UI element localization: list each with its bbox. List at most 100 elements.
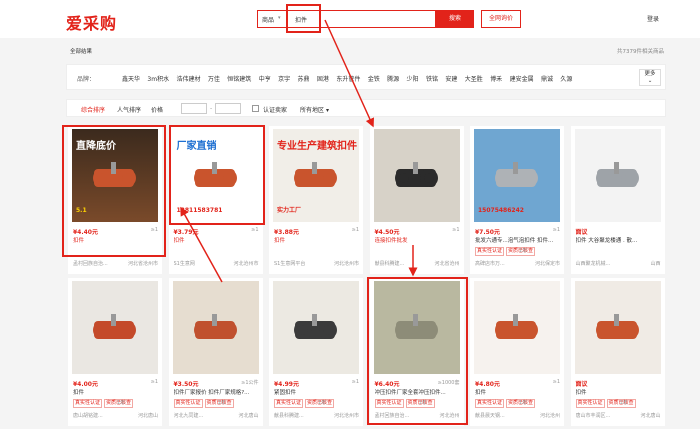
product-image[interactable] xyxy=(474,281,560,374)
brand-item[interactable]: 博禾 xyxy=(490,74,502,83)
member-years: 1年 xyxy=(519,248,528,254)
brand-item[interactable]: 苏鼎 xyxy=(298,74,310,83)
search-type-select[interactable]: 商品 xyxy=(262,15,274,24)
region-label: 所有地区 xyxy=(300,107,325,114)
product-title[interactable]: 扣件 xyxy=(73,388,159,396)
brand-item[interactable]: 东升管件 xyxy=(336,74,360,83)
brand-item[interactable]: 鼎诚 xyxy=(541,74,553,83)
product-title[interactable]: 批发六通专...泡气泡扣件 扣件... xyxy=(475,236,561,244)
certified-label: 认证卖家 xyxy=(263,107,288,114)
shop-name[interactable]: 献县科腾建... xyxy=(274,412,324,419)
brand-item[interactable]: 鑫天华 xyxy=(122,74,140,83)
brand-item[interactable]: 大圣胜 xyxy=(465,74,483,83)
product-card[interactable]: 面议 扣件 大谷聚龙楼通 . 散... 山西聚龙机械... 山西 xyxy=(570,126,665,274)
shop-name[interactable]: 唐山胡铭建... xyxy=(73,412,123,419)
shop-name[interactable]: 献县科腾建... xyxy=(375,260,425,267)
brand-item[interactable]: 久源 xyxy=(560,74,572,83)
product-card[interactable]: 专业生产建筑扣件 实力工厂 ¥3.88元 ≥1 扣件 S1生意网平台 河北沧州市 xyxy=(269,126,363,274)
product-card[interactable]: ¥4.50元 ≥1 连接扣件批发 献县科腾建... 河北省沧州 xyxy=(369,126,464,274)
image-subtext: 实力工厂 xyxy=(277,207,302,214)
product-title[interactable]: 连接扣件批发 xyxy=(375,236,461,244)
product-price: ¥3.79元 xyxy=(173,229,199,236)
shop-location: 河北保定市 xyxy=(534,261,560,267)
product-title[interactable]: 扣件 xyxy=(475,388,561,396)
site-logo[interactable]: 爱采购 xyxy=(66,10,117,34)
product-image[interactable] xyxy=(172,281,259,374)
brand-item[interactable]: 固港 xyxy=(317,74,329,83)
login-link[interactable]: 登录 xyxy=(647,14,659,23)
top-bar: 爱采购 商品 ▾ 扣件 搜索 全网询价 登录 xyxy=(0,0,700,38)
price-min-input[interactable] xyxy=(181,103,207,114)
min-order: ≥1 xyxy=(552,227,560,233)
product-image[interactable]: 专业生产建筑扣件 实力工厂 xyxy=(273,129,359,222)
product-image[interactable]: 15075486242 xyxy=(474,129,560,222)
shop-name[interactable]: 唐山市丰润区... xyxy=(576,412,626,419)
product-price: ¥4.80元 xyxy=(475,381,500,388)
product-title[interactable]: 扣件 大谷聚龙楼通 . 散... xyxy=(576,236,662,244)
brand-item[interactable]: 万佳 xyxy=(208,74,220,83)
product-title[interactable]: 扣件 xyxy=(174,236,260,244)
search-box[interactable]: 商品 ▾ 扣件 xyxy=(257,10,436,28)
shop-name[interactable]: 高碑店市万... xyxy=(475,260,525,267)
brand-item[interactable]: 铁铭 xyxy=(426,74,438,83)
brand-item[interactable]: 京宇 xyxy=(278,74,290,83)
brand-item[interactable]: 安建 xyxy=(445,74,457,83)
product-title[interactable]: 扣件 xyxy=(576,388,662,396)
product-price: ¥3.88元 xyxy=(274,229,299,236)
shop-location: 河北沧州市 xyxy=(333,413,359,419)
brand-item[interactable]: 浩伟建材 xyxy=(176,74,200,83)
brand-item[interactable]: 建安金属 xyxy=(510,74,534,83)
clamp-illustration xyxy=(595,314,639,339)
more-brands-button[interactable]: 更多 ⌄ xyxy=(639,69,661,86)
product-image[interactable] xyxy=(574,129,661,222)
search-button[interactable]: 搜索 xyxy=(436,10,474,28)
chevron-down-icon: ▾ xyxy=(278,15,281,21)
result-count: 共7379件相关商品 xyxy=(617,49,664,55)
search-input[interactable]: 扣件 xyxy=(295,15,307,24)
brand-item[interactable]: 金铁 xyxy=(368,74,380,83)
brand-item[interactable]: 恒铭建筑 xyxy=(227,74,251,83)
brand-item[interactable]: 中亨 xyxy=(259,74,271,83)
price-separator: - xyxy=(210,105,213,112)
brand-item[interactable]: 3m积水 xyxy=(147,74,169,83)
product-card[interactable]: 15075486242 ¥7.50元 ≥1 批发六通专...泡气泡扣件 扣件..… xyxy=(470,126,564,274)
breadcrumb[interactable]: 全部结果 xyxy=(70,47,92,55)
sort-default[interactable]: 综合排序 xyxy=(81,105,105,114)
shop-name[interactable]: 献县晨天钢... xyxy=(475,412,525,419)
shop-name[interactable]: 河北九同建... xyxy=(174,412,224,419)
product-image[interactable] xyxy=(373,129,460,222)
product-image[interactable] xyxy=(273,281,359,374)
product-price: 面议 xyxy=(575,229,588,236)
min-order: ≥1 xyxy=(150,379,158,385)
shop-name[interactable]: 山西聚龙机械... xyxy=(576,260,626,267)
product-card[interactable]: ¥4.80元 ≥1 扣件 真实性认证 资质已核查 1年 献县晨天钢... 河北沧州 xyxy=(470,278,564,426)
brand-item[interactable]: 腾源 xyxy=(387,74,399,83)
verified-tag: 真实性认证 xyxy=(73,399,103,408)
product-image[interactable] xyxy=(72,281,158,374)
price-max-input[interactable] xyxy=(215,103,241,114)
product-title[interactable]: 扣件 xyxy=(274,236,360,244)
chevron-down-icon: ⌄ xyxy=(647,78,653,84)
product-card[interactable]: 面议 扣件 真实性认证 资质已核查 1年 唐山市丰润区... 河北唐山 xyxy=(570,278,665,426)
brand-item[interactable]: 少阳 xyxy=(407,74,419,83)
certified-checkbox[interactable] xyxy=(252,105,259,112)
shop-name[interactable]: 孟村回族自治... xyxy=(73,260,123,267)
product-title[interactable]: 紧固扣件 xyxy=(274,388,360,396)
member-years: 1年 xyxy=(217,400,226,406)
min-order: ≥1 xyxy=(452,227,460,233)
product-card[interactable]: ¥3.50元 ≥1公件 扣件厂家报价 扣件厂家规格?... 真实性认证 资质已核查… xyxy=(168,278,263,426)
global-inquiry-button[interactable]: 全网询价 xyxy=(481,10,521,28)
shop-name[interactable]: S1生意网 xyxy=(174,260,224,267)
shop-name[interactable]: S1生意网平台 xyxy=(274,260,324,267)
product-card[interactable]: ¥4.00元 ≥1 扣件 真实性认证 资质已核查 1年 唐山胡铭建... 河北唐山 xyxy=(68,278,162,426)
shop-location: 河北省沧州 xyxy=(434,261,460,267)
member-years: 1年 xyxy=(117,400,126,406)
product-title[interactable]: 扣件厂家报价 扣件厂家规格?... xyxy=(174,388,260,396)
min-order: ≥1 xyxy=(251,227,259,233)
region-select[interactable]: 所有地区 ▾ xyxy=(300,105,329,114)
product-image[interactable] xyxy=(574,281,661,374)
sort-popular[interactable]: 人气排序 xyxy=(117,105,141,114)
product-card[interactable]: ¥4.99元 ≥1 紧固扣件 真实性认证 资质已核查 1年 献县科腾建... 河北… xyxy=(269,278,363,426)
shop-location: 河北唐山 xyxy=(238,413,259,419)
member-years: 1年 xyxy=(519,400,528,406)
